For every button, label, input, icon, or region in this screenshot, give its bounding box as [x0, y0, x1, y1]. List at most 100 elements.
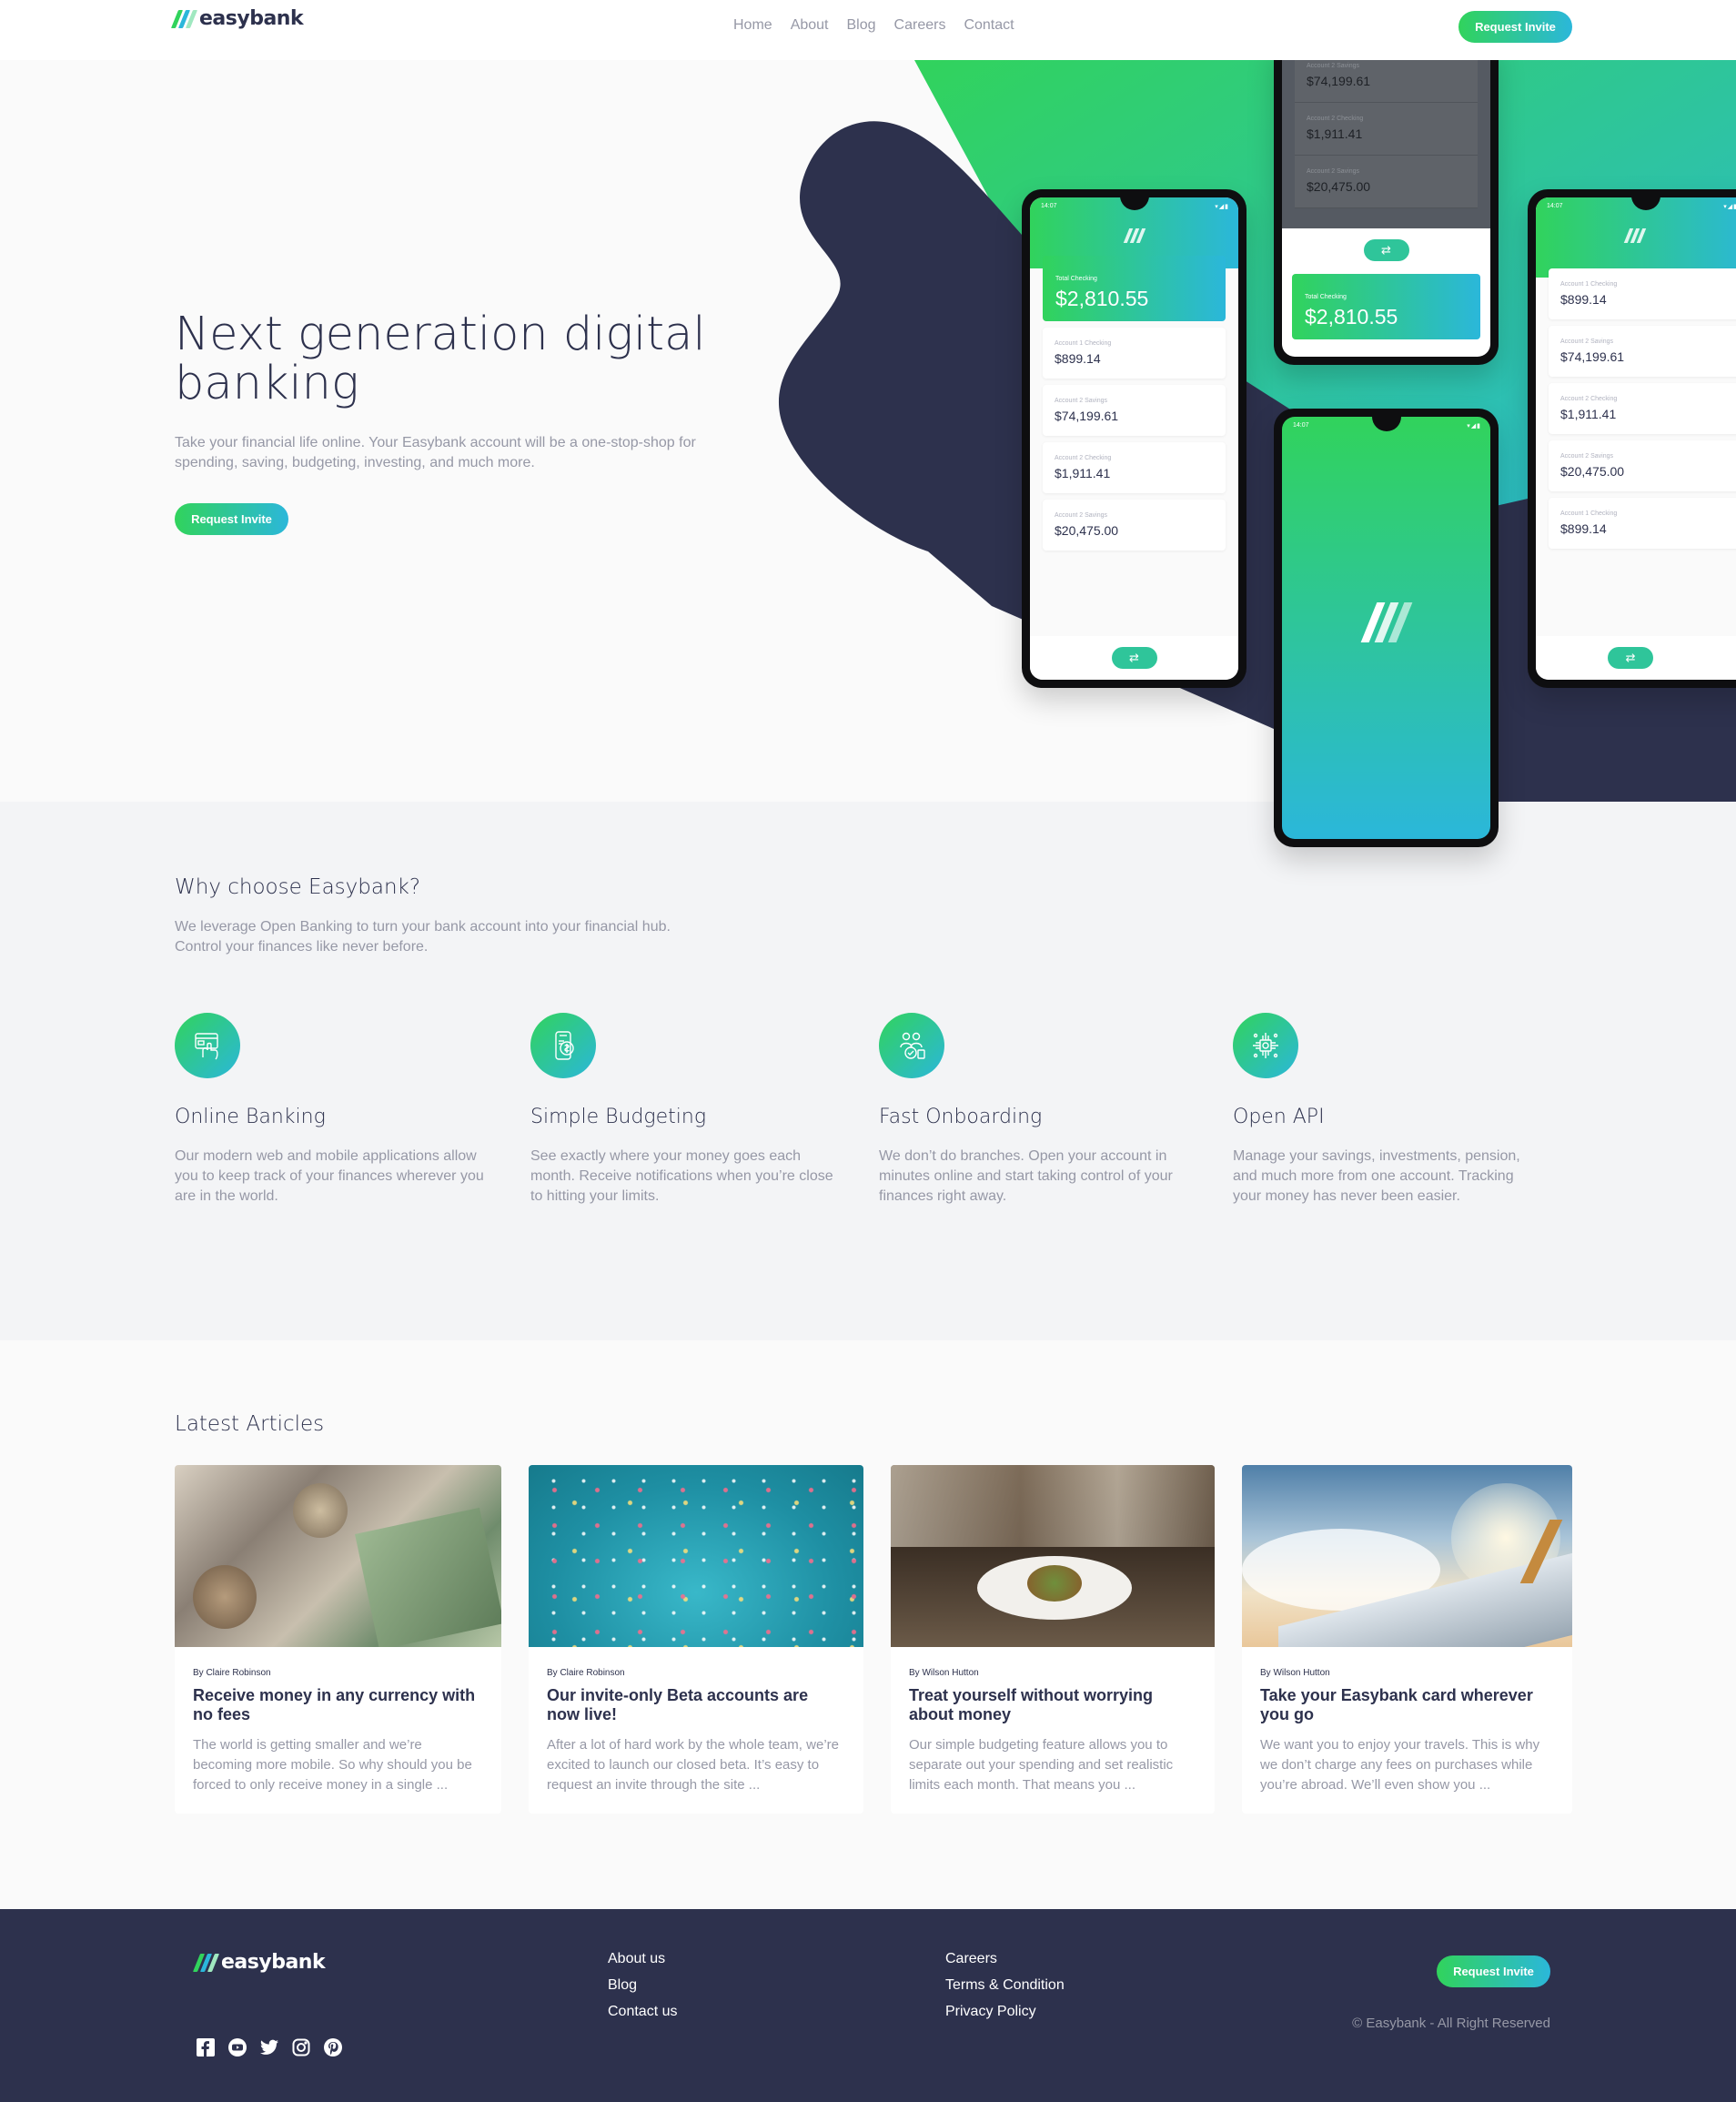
main-nav: Home About Blog Careers Contact [733, 17, 1014, 34]
logo-mark-icon [192, 1953, 220, 1972]
article-author: By Wilson Hutton [1260, 1668, 1330, 1678]
budgeting-icon [530, 1013, 596, 1078]
account-label: Account 2 Savings [1055, 512, 1107, 519]
nav-blog[interactable]: Blog [847, 17, 876, 34]
account-label: Account 2 Checking [1560, 396, 1618, 402]
article-title[interactable]: Treat yourself without worrying about mo… [909, 1686, 1196, 1724]
app-logo-icon [1623, 228, 1647, 243]
account-label: Account 1 Checking [1055, 340, 1112, 347]
article-card[interactable]: By Claire Robinson Receive money in any … [175, 1465, 501, 1814]
footer-link-terms[interactable]: Terms & Condition [945, 1977, 1065, 1994]
article-image-currency [175, 1465, 501, 1647]
account-card: Account 2 Savings $74,199.61 [1549, 326, 1736, 377]
feature-title: Simple Budgeting [530, 1106, 707, 1128]
status-icons: ▾◢▮ [1467, 423, 1481, 429]
article-title[interactable]: Take your Easybank card wherever you go [1260, 1686, 1554, 1724]
account-amount: $20,475.00 [1055, 523, 1119, 538]
hero-request-invite-button[interactable]: Request Invite [175, 503, 288, 535]
footer-links-col-1: About us Blog Contact us [608, 1951, 677, 2020]
feature-title: Open API [1233, 1106, 1325, 1128]
article-title[interactable]: Our invite-only Beta accounts are now li… [547, 1686, 845, 1724]
status-time: 14:07 [1293, 422, 1309, 429]
account-amount: $74,199.61 [1055, 409, 1119, 423]
article-card[interactable]: By Wilson Hutton Take your Easybank card… [1242, 1465, 1572, 1814]
hero-section: Next generation digital banking Take you… [0, 42, 1736, 847]
online-banking-icon [175, 1013, 240, 1078]
app-logo-icon [1123, 228, 1146, 243]
account-amount: $899.14 [1055, 351, 1101, 366]
total-checking-card: Total Checking $2,810.55 [1292, 274, 1480, 339]
account-label: Account 2 Checking [1055, 455, 1112, 461]
facebook-icon[interactable] [197, 2038, 215, 2057]
logo-mark-icon [170, 9, 198, 28]
footer-link-contact[interactable]: Contact us [608, 2004, 677, 2020]
nav-contact[interactable]: Contact [964, 17, 1014, 34]
phone-mockup-splash: 14:07 ▾◢▮ [1274, 409, 1499, 847]
footer-link-blog[interactable]: Blog [608, 1977, 677, 1994]
account-amount: $74,199.61 [1560, 349, 1625, 364]
phone-mockup-left: 14:07 ▾◢▮ Total Checking $2,810.55 Accou… [1022, 189, 1246, 688]
feature-text: Manage your savings, investments, pensio… [1233, 1148, 1520, 1204]
account-label: Account 2 Savings [1560, 339, 1613, 345]
logo-text: easybank [199, 7, 304, 30]
account-amount: $74,199.61 [1307, 74, 1371, 88]
account-amount: $1,911.41 [1055, 466, 1111, 480]
account-card: Account 2 Checking $1,911.41 [1549, 383, 1736, 434]
phone-mockup-right: 14:07 ▾◢▮ Account 1 Checking $899.14 Acco… [1528, 189, 1736, 688]
footer-links-col-2: Careers Terms & Condition Privacy Policy [945, 1951, 1065, 2020]
account-amount: $899.14 [1560, 521, 1607, 536]
footer-logo[interactable]: easybank [192, 1951, 326, 1974]
account-label: Account 2 Savings [1560, 453, 1613, 460]
logo[interactable]: easybank [170, 7, 304, 30]
article-excerpt: After a lot of hard work by the whole te… [547, 1737, 839, 1793]
feature-text: Our modern web and mobile applications a… [175, 1148, 484, 1204]
feature-fast-onboarding: Fast Onboarding We don’t do branches. Op… [879, 1013, 1188, 1207]
footer-request-invite-button[interactable]: Request Invite [1437, 1955, 1550, 1987]
article-image-airplane [1242, 1465, 1572, 1647]
header-request-invite-button[interactable]: Request Invite [1458, 11, 1572, 43]
instagram-icon[interactable] [292, 2038, 310, 2057]
transfer-fab-icon[interactable]: ⇄ [1111, 647, 1157, 669]
footer-link-privacy[interactable]: Privacy Policy [945, 2004, 1065, 2020]
article-excerpt: The world is getting smaller and we’re b… [193, 1737, 472, 1793]
account-label: Account 1 Checking [1560, 281, 1618, 288]
article-excerpt: We want you to enjoy your travels. This … [1260, 1737, 1540, 1793]
nav-careers[interactable]: Careers [894, 17, 946, 34]
transfer-fab-icon[interactable]: ⇄ [1608, 647, 1654, 669]
account-card: Account 2 Savings $74,199.61 [1043, 385, 1226, 436]
copyright: © Easybank - All Right Reserved [1352, 2016, 1550, 2031]
nav-about[interactable]: About [791, 17, 829, 34]
youtube-icon[interactable] [228, 2038, 247, 2057]
feature-title: Online Banking [175, 1106, 326, 1128]
feature-text: We don’t do branches. Open your account … [879, 1148, 1173, 1204]
status-time: 14:07 [1547, 203, 1563, 209]
why-text: We leverage Open Banking to turn your ba… [175, 919, 671, 955]
transfer-fab-icon[interactable]: ⇄ [1363, 239, 1409, 261]
twitter-icon[interactable] [260, 2038, 278, 2057]
article-title[interactable]: Receive money in any currency with no fe… [193, 1686, 483, 1724]
total-amount: $2,810.55 [1305, 305, 1398, 328]
hero-text: Take your financial life online. Your Ea… [175, 435, 696, 470]
feature-text: See exactly where your money goes each m… [530, 1148, 833, 1204]
footer-link-careers[interactable]: Careers [945, 1951, 1065, 1967]
total-checking-card: Total Checking $2,810.55 [1043, 256, 1226, 321]
footer-link-about[interactable]: About us [608, 1951, 677, 1967]
article-image-restaurant [891, 1465, 1215, 1647]
nav-home[interactable]: Home [733, 17, 772, 34]
onboarding-icon [879, 1013, 944, 1078]
site-footer: easybank About us Blog Contact us Career… [0, 1909, 1736, 2102]
account-label: Account 2 Checking [1307, 116, 1364, 122]
site-header: easybank Home About Blog Careers Contact… [0, 0, 1736, 60]
article-card[interactable]: By Claire Robinson Our invite-only Beta … [529, 1465, 863, 1814]
account-amount: $20,475.00 [1307, 179, 1371, 194]
account-amount: $20,475.00 [1560, 464, 1625, 479]
article-card[interactable]: By Wilson Hutton Treat yourself without … [891, 1465, 1215, 1814]
splash-logo-icon [1360, 602, 1412, 643]
pinterest-icon[interactable] [324, 2038, 342, 2057]
api-icon [1233, 1013, 1298, 1078]
feature-open-api: Open API Manage your savings, investment… [1233, 1013, 1542, 1207]
total-amount: $2,810.55 [1055, 287, 1149, 310]
account-card: Account 1 Checking $899.14 [1043, 328, 1226, 379]
logo-text: easybank [221, 1951, 326, 1974]
article-author: By Wilson Hutton [909, 1668, 979, 1678]
